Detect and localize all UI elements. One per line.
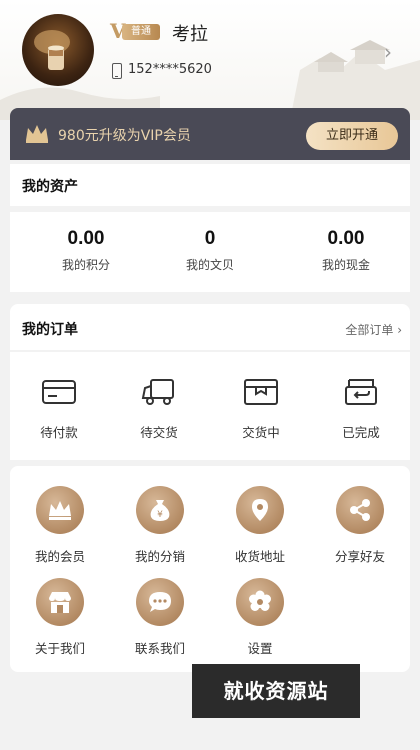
- order-delivering-label: 交货中: [242, 425, 280, 440]
- service-settings[interactable]: 设置: [210, 578, 310, 657]
- open-vip-button[interactable]: 立即开通: [306, 122, 398, 150]
- asset-cash-value: 0.00: [327, 228, 365, 249]
- order-pending-payment[interactable]: 待付款: [14, 376, 104, 441]
- asset-wenbei-label: 我的文贝: [185, 258, 234, 272]
- asset-cash-label: 我的现金: [321, 258, 370, 272]
- service-settings-label: 设置: [247, 641, 273, 656]
- service-about-us-label: 关于我们: [34, 641, 85, 656]
- share-icon: [350, 499, 370, 521]
- order-pending-delivery-label: 待交货: [140, 425, 178, 440]
- service-my-distribution[interactable]: ¥ 我的分销: [110, 486, 210, 565]
- service-delivery-address[interactable]: 收货地址: [210, 486, 310, 565]
- assets-title: 我的资产: [22, 179, 78, 195]
- service-my-membership[interactable]: 我的会员: [10, 486, 110, 565]
- user-name: 考拉: [172, 24, 208, 45]
- order-pending-delivery[interactable]: 待交货: [114, 376, 204, 441]
- vip-upgrade-banner: 980元升级为VIP会员 立即开通: [10, 108, 410, 160]
- asset-cash[interactable]: 0.00 我的现金: [286, 228, 406, 273]
- avatar[interactable]: [22, 14, 94, 86]
- vip-upgrade-text: 980元升级为VIP会员: [58, 128, 191, 144]
- svg-text:¥: ¥: [157, 510, 163, 520]
- settings-icon: [249, 590, 271, 611]
- service-contact-us[interactable]: 联系我们: [110, 578, 210, 657]
- service-contact-us-label: 联系我们: [134, 641, 185, 656]
- all-orders-link[interactable]: 全部订单 ›: [345, 321, 402, 338]
- asset-points-value: 0.00: [67, 228, 105, 249]
- member-level-badge: V 普通: [110, 20, 160, 42]
- order-pending-payment-label: 待付款: [40, 425, 78, 440]
- service-about-us[interactable]: 关于我们: [10, 578, 110, 657]
- card-icon: [42, 380, 76, 404]
- orders-header: 我的订单 全部订单 ›: [10, 304, 410, 350]
- service-my-distribution-label: 我的分销: [134, 549, 185, 564]
- assets-panel: 0.00 我的积分 0 我的文贝 0.00 我的现金: [10, 212, 410, 292]
- watermark-overlay: 就收资源站: [192, 664, 360, 718]
- service-delivery-address-label: 收货地址: [234, 549, 285, 564]
- order-completed-label: 已完成: [342, 425, 380, 440]
- service-share-friends[interactable]: 分享好友: [310, 486, 410, 565]
- truck-icon: [141, 379, 174, 405]
- return-box-icon: [345, 379, 377, 405]
- chat-icon: [149, 592, 171, 612]
- crown-icon: [49, 501, 71, 520]
- order-completed[interactable]: 已完成: [316, 376, 406, 441]
- money-bag-icon: ¥: [150, 500, 170, 521]
- box-icon: [244, 379, 278, 405]
- asset-wenbei[interactable]: 0 我的文贝: [150, 228, 270, 273]
- service-my-membership-label: 我的会员: [34, 549, 85, 564]
- phone-number: 152****5620: [128, 62, 212, 77]
- services-panel: 我的会员 ¥ 我的分销 收货地址 分享好友 关于我们 联系我们 设置: [10, 466, 410, 672]
- member-level-label: 普通: [122, 24, 160, 40]
- location-pin-icon: [252, 499, 268, 521]
- asset-points-label: 我的积分: [61, 258, 110, 272]
- asset-points[interactable]: 0.00 我的积分: [26, 228, 146, 273]
- crown-icon: [26, 125, 48, 143]
- shop-icon: [49, 592, 71, 613]
- asset-wenbei-value: 0: [204, 228, 216, 249]
- assets-header: 我的资产: [10, 164, 410, 206]
- service-share-friends-label: 分享好友: [334, 549, 385, 564]
- profile-chevron-right-icon[interactable]: ›: [384, 40, 392, 64]
- profile-header: V 普通 考拉 152****5620 ›: [0, 0, 420, 120]
- order-delivering[interactable]: 交货中: [216, 376, 306, 441]
- phone-icon: [112, 63, 122, 79]
- orders-panel: 待付款 待交货 交货中 已完成: [10, 352, 410, 460]
- orders-title: 我的订单: [22, 322, 78, 338]
